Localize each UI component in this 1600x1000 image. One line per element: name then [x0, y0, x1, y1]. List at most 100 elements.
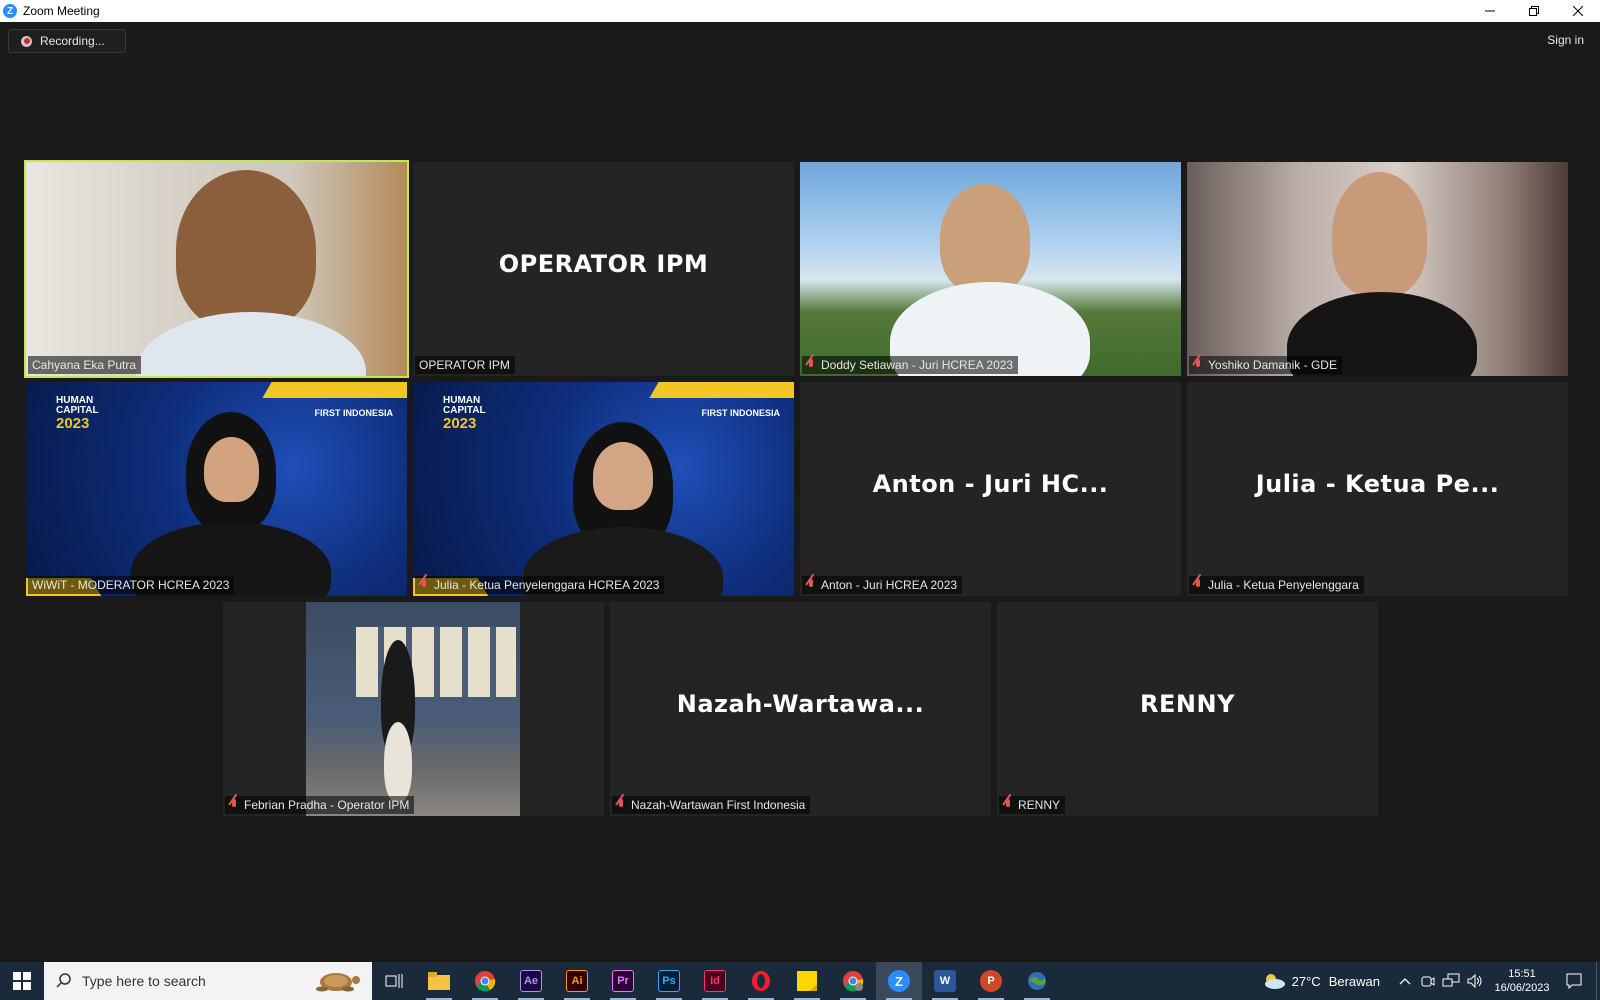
participant-name: Febrian Pradha - Operator IPM	[244, 798, 410, 812]
video-tile-renny[interactable]: RENNY RENNY	[997, 602, 1378, 816]
taskbar-globe-app[interactable]	[1014, 962, 1060, 1000]
close-button[interactable]	[1556, 0, 1600, 22]
premiere-icon: Pr	[612, 970, 634, 992]
participant-name: WiWiT - MODERATOR HCREA 2023	[32, 578, 230, 592]
participant-name-label: Doddy Setiawan - Juri HCREA 2023	[802, 356, 1019, 374]
taskbar-after-effects[interactable]: Ae	[508, 962, 554, 1000]
participant-name: Julia - Ketua Penyelenggara HCREA 2023	[434, 578, 660, 592]
taskbar-word[interactable]: W	[922, 962, 968, 1000]
network-icon[interactable]	[1442, 973, 1460, 989]
taskbar-photoshop[interactable]: Ps	[646, 962, 692, 1000]
participant-name-label: OPERATOR IPM	[415, 356, 515, 374]
participant-name: Cahyana Eka Putra	[32, 358, 137, 372]
weather-condition[interactable]: Berawan	[1329, 974, 1380, 989]
video-feed	[800, 162, 1181, 376]
windows-taskbar: Type here to search Ae Ai Pr Ps Id Z W P	[0, 962, 1600, 1000]
clock-date: 16/06/2023	[1494, 982, 1550, 994]
taskbar-opera[interactable]	[738, 962, 784, 1000]
participant-display-name: Julia - Ketua Pe...	[1255, 470, 1500, 498]
participant-name: Julia - Ketua Penyelenggara	[1208, 578, 1359, 592]
sign-in-link[interactable]: Sign in	[1547, 33, 1584, 47]
task-view-icon	[385, 974, 403, 988]
indesign-icon: Id	[704, 970, 726, 992]
human-capital-logo: HUMAN CAPITAL 2023	[56, 395, 99, 432]
volume-icon[interactable]	[1466, 973, 1484, 989]
video-tile-anton[interactable]: Anton - Juri HC... Anton - Juri HCREA 20…	[800, 382, 1181, 596]
taskbar-file-explorer[interactable]	[416, 962, 462, 1000]
meet-now-icon[interactable]	[1420, 973, 1436, 989]
chevron-up-icon[interactable]	[1398, 974, 1412, 988]
powerpoint-icon: P	[980, 970, 1002, 992]
video-tile-operator-ipm[interactable]: OPERATOR IPM OPERATOR IPM	[413, 162, 794, 376]
zoom-icon: Z	[888, 970, 910, 992]
taskbar-premiere[interactable]: Pr	[600, 962, 646, 1000]
zoom-logo-icon: Z	[3, 4, 17, 18]
search-placeholder: Type here to search	[82, 973, 206, 989]
video-tile-julia-hcrea[interactable]: HUMAN CAPITAL 2023 FIRST INDONESIA Julia…	[413, 382, 794, 596]
globe-app-icon	[1028, 972, 1046, 990]
taskbar-powerpoint[interactable]: P	[968, 962, 1014, 1000]
restore-button[interactable]	[1512, 0, 1556, 22]
taskbar-indesign[interactable]: Id	[692, 962, 738, 1000]
participant-name: OPERATOR IPM	[419, 358, 510, 372]
video-feed: HUMAN CAPITAL 2023 FIRST INDONESIA	[26, 382, 407, 596]
participant-name-label: Nazah-Wartawan First Indonesia	[612, 796, 811, 814]
clock-time: 15:51	[1508, 968, 1536, 980]
taskbar-search-box[interactable]: Type here to search	[44, 962, 372, 1000]
restore-icon	[1529, 6, 1539, 16]
participant-name-label: Yoshiko Damanik - GDE	[1189, 356, 1342, 374]
taskbar-chrome-profile[interactable]	[830, 962, 876, 1000]
cloudy-weather-icon	[1264, 974, 1285, 989]
publisher-logo: FIRST INDONESIA	[314, 408, 393, 418]
task-view-button[interactable]	[372, 962, 416, 1000]
taskbar-sticky-notes[interactable]	[784, 962, 830, 1000]
video-tile-julia[interactable]: Julia - Ketua Pe... Julia - Ketua Penyel…	[1187, 382, 1568, 596]
photoshop-icon: Ps	[658, 970, 680, 992]
participant-name: Doddy Setiawan - Juri HCREA 2023	[821, 358, 1014, 372]
taskbar-zoom[interactable]: Z	[876, 962, 922, 1000]
minimize-icon	[1485, 10, 1495, 12]
video-feed	[223, 602, 604, 816]
show-desktop-button[interactable]	[1596, 962, 1600, 1000]
taskbar-chrome[interactable]	[462, 962, 508, 1000]
video-tile-cahyana[interactable]: Cahyana Eka Putra	[24, 160, 409, 378]
participant-name: Yoshiko Damanik - GDE	[1208, 358, 1337, 372]
video-tile-doddy[interactable]: Doddy Setiawan - Juri HCREA 2023	[800, 162, 1181, 376]
turtle-illustration-icon	[316, 973, 360, 992]
participant-display-name: Nazah-Wartawa...	[676, 690, 925, 718]
muted-mic-icon	[616, 799, 626, 811]
window-title: Zoom Meeting	[23, 4, 100, 18]
muted-mic-icon	[806, 579, 816, 591]
title-bar: Z Zoom Meeting	[0, 0, 1600, 22]
minimize-button[interactable]	[1468, 0, 1512, 22]
video-tile-yoshiko[interactable]: Yoshiko Damanik - GDE	[1187, 162, 1568, 376]
opera-icon	[752, 971, 770, 991]
video-tile-wiwit[interactable]: HUMAN CAPITAL 2023 FIRST INDONESIA WiWiT…	[26, 382, 407, 596]
illustrator-icon: Ai	[566, 970, 588, 992]
muted-mic-icon	[1193, 359, 1203, 371]
after-effects-icon: Ae	[520, 970, 542, 992]
participant-display-name: RENNY	[1140, 690, 1235, 718]
search-icon	[56, 973, 71, 988]
taskbar-clock[interactable]: 15:51 16/06/2023	[1492, 967, 1552, 995]
muted-mic-icon	[1193, 579, 1203, 591]
video-tile-febrian[interactable]: Febrian Pradha - Operator IPM	[223, 602, 604, 816]
participant-name-label: Febrian Pradha - Operator IPM	[225, 796, 415, 814]
human-capital-logo: HUMAN CAPITAL 2023	[443, 395, 486, 432]
notification-center-button[interactable]	[1552, 962, 1596, 1000]
taskbar-illustrator[interactable]: Ai	[554, 962, 600, 1000]
video-feed: HUMAN CAPITAL 2023 FIRST INDONESIA	[413, 382, 794, 596]
muted-mic-icon	[1003, 799, 1013, 811]
weather-temperature[interactable]: 27°C	[1292, 974, 1321, 989]
system-tray: 27°C Berawan 15:51 16/06/2023	[1262, 962, 1600, 1000]
sticky-notes-icon	[797, 971, 817, 991]
participant-name-label: Julia - Ketua Penyelenggara HCREA 2023	[415, 576, 665, 594]
publisher-logo: FIRST INDONESIA	[701, 408, 780, 418]
start-button[interactable]	[0, 962, 44, 1000]
recording-indicator[interactable]: Recording...	[8, 29, 126, 53]
muted-mic-icon	[806, 359, 816, 371]
participant-name-label: WiWiT - MODERATOR HCREA 2023	[28, 576, 235, 594]
video-feed	[1187, 162, 1568, 376]
windows-logo-icon	[13, 972, 31, 990]
video-tile-nazah[interactable]: Nazah-Wartawa... Nazah-Wartawan First In…	[610, 602, 991, 816]
